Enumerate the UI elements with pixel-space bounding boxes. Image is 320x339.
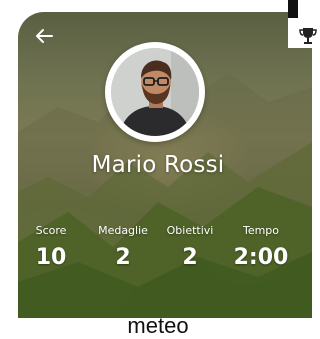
stat-score: Score 10 (16, 224, 86, 270)
weather-label[interactable]: meteo (0, 313, 316, 339)
stat-medals: Medaglie 2 (88, 224, 158, 270)
arrow-left-icon (36, 29, 53, 43)
trophy-icon (299, 28, 317, 44)
trophy-button[interactable] (299, 26, 317, 46)
stat-label: Obiettivi (166, 224, 214, 237)
stat-goals: Obiettivi 2 (155, 224, 225, 270)
stat-label: Medaglie (98, 224, 148, 237)
stat-value: 2 (115, 245, 131, 270)
stats-row: Score 10 Medaglie 2 Obiettivi 2 Tempo 2:… (18, 224, 312, 284)
stat-label: Score (35, 224, 67, 237)
back-button[interactable] (32, 24, 56, 48)
stat-value: 2 (182, 245, 198, 270)
profile-name: Mario Rossi (91, 152, 225, 178)
avatar-photo (111, 48, 199, 136)
stat-time: Tempo 2:00 (226, 224, 296, 270)
user-portrait-icon (111, 48, 199, 136)
top-edge-bar (288, 0, 298, 18)
stat-label: Tempo (242, 224, 280, 237)
avatar[interactable] (105, 42, 205, 142)
stat-value: 10 (35, 245, 67, 270)
stat-value: 2:00 (233, 245, 289, 270)
